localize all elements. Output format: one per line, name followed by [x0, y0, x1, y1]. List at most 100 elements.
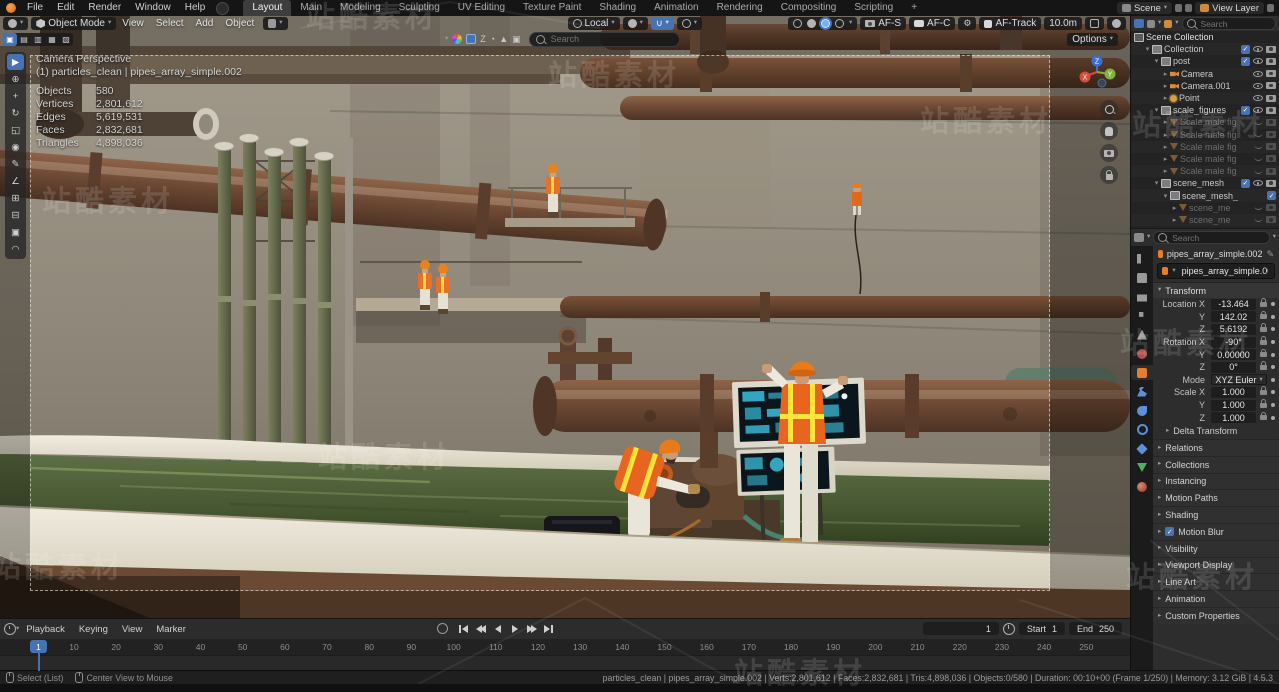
snap-toggle[interactable]: ∪ ▾ [650, 17, 674, 30]
lock-icon[interactable] [1260, 336, 1267, 345]
solid-shading-icon[interactable] [806, 19, 816, 28]
play-reverse-button[interactable] [490, 622, 505, 635]
workspace-tab-layout[interactable]: Layout [243, 0, 292, 16]
workspace-tab-modeling[interactable]: Modeling [331, 0, 390, 16]
object-name-input[interactable] [1179, 265, 1270, 277]
hidden-eye-icon[interactable] [1254, 144, 1263, 150]
outliner-item-camera[interactable]: ▸ Camera [1131, 67, 1279, 80]
properties-tab-render[interactable] [1131, 270, 1153, 285]
animate-dot[interactable] [1271, 415, 1275, 420]
material-shading-icon[interactable] [820, 19, 830, 28]
transform-field-y[interactable]: 142.02 [1211, 311, 1256, 323]
expand-icon[interactable]: ▸ [1161, 143, 1170, 151]
view-layer-selector[interactable]: View Layer [1195, 2, 1264, 14]
properties-tab-world[interactable] [1131, 346, 1153, 361]
tool-add-cube[interactable]: ⊞ [7, 190, 24, 206]
exclude-checkbox[interactable]: ✓ [1267, 191, 1276, 201]
warning-icon[interactable]: ▣ [512, 34, 521, 45]
object-name-field[interactable]: ▾ [1157, 263, 1275, 279]
exclude-checkbox[interactable]: ✓ [1241, 44, 1250, 54]
tool-measure[interactable]: ∠ [7, 173, 24, 189]
scene-selector[interactable]: Scene ▾ [1116, 2, 1173, 14]
panel-instancing[interactable]: ▸ Instancing [1153, 472, 1279, 490]
exclude-checkbox[interactable]: ✓ [1241, 178, 1250, 188]
select-subtract-icon[interactable]: ▥ [31, 33, 45, 46]
select-set-icon[interactable]: ▣ [3, 32, 17, 46]
panel-viewport-display[interactable]: ▸ Viewport Display [1153, 556, 1279, 574]
outliner-item-scene-mesh[interactable]: ▾ scene_mesh ✓ [1131, 177, 1279, 189]
workspace-tab-shading[interactable]: Shading [590, 0, 645, 16]
outliner-item-scale-male-fig[interactable]: ▸ Scale male fig [1131, 140, 1279, 153]
animate-dot[interactable] [1271, 314, 1275, 319]
render-disabled-icon[interactable] [1266, 167, 1276, 175]
disable-render-icon[interactable] [1266, 45, 1276, 53]
select-difference-icon[interactable]: ▦ [45, 33, 59, 46]
render-disabled-icon[interactable] [1266, 118, 1276, 126]
animate-dot[interactable] [1271, 377, 1275, 382]
new-scene-icon[interactable] [1185, 4, 1193, 12]
blender-logo-icon[interactable] [6, 3, 16, 13]
last-operator-button[interactable]: ▾ [263, 17, 288, 30]
transform-orientation[interactable]: Local ▾ [567, 17, 620, 30]
workspace-tab-animation[interactable]: Animation [645, 0, 707, 16]
properties-tab-object[interactable] [1131, 365, 1153, 380]
outliner-item-scale-male-fig[interactable]: ▸ Scale male fig [1131, 153, 1279, 165]
properties-tab-material[interactable] [1131, 479, 1153, 494]
lock-icon[interactable] [1260, 348, 1267, 358]
timeline-menu-keying[interactable]: Keying [72, 624, 115, 635]
hide-eye-icon[interactable] [1253, 180, 1263, 187]
collapse-icon[interactable]: ▾ [1152, 179, 1161, 187]
properties-tab-data[interactable] [1131, 460, 1153, 475]
viewport-gizmos-button[interactable] [1085, 17, 1104, 30]
tool-select-box[interactable]: ▶ [7, 54, 24, 70]
timeline-menu-playback[interactable]: Playback [19, 624, 72, 635]
play-button[interactable] [507, 622, 522, 635]
hidden-eye-icon[interactable] [1254, 120, 1263, 125]
auto-keying-icon[interactable] [437, 623, 448, 634]
disable-render-icon[interactable] [1266, 82, 1276, 90]
workspace-tab-compositing[interactable]: Compositing [772, 0, 846, 16]
3d-viewport[interactable]: ▾ Object Mode ▾ View Select Add Object ▾ Lo… [0, 16, 1130, 618]
transform-field-location-x[interactable]: -13.464 [1211, 298, 1256, 310]
collapse-icon[interactable]: ▾ [1161, 192, 1170, 200]
lock-icon[interactable] [1260, 399, 1267, 408]
exclude-checkbox[interactable]: ✓ [1241, 105, 1250, 115]
workspace-tab-rendering[interactable]: Rendering [708, 0, 772, 16]
chevron-down-icon[interactable]: ▾ [445, 35, 448, 43]
workspace-tab-scripting[interactable]: Scripting [845, 0, 902, 16]
overlays-button[interactable] [1107, 17, 1126, 30]
panel-collections[interactable]: ▸ Collections [1153, 455, 1279, 473]
select-mode-group[interactable]: ▣ ▤ ▥ ▦ ▧ [3, 32, 73, 46]
camera-view-button[interactable] [1100, 144, 1118, 162]
expand-icon[interactable]: ▸ [1161, 155, 1170, 163]
workspace-tab-texture-paint[interactable]: Texture Paint [514, 0, 590, 16]
outliner-search[interactable] [1181, 17, 1276, 30]
animate-dot[interactable] [1271, 390, 1275, 395]
menu-edit[interactable]: Edit [50, 0, 81, 16]
pin-icon[interactable]: ✎ [1266, 249, 1274, 260]
animate-dot[interactable] [1271, 302, 1275, 307]
menu-help[interactable]: Help [178, 0, 213, 16]
exclude-checkbox[interactable]: ✓ [1241, 56, 1250, 66]
expand-icon[interactable]: ▸ [1161, 167, 1170, 175]
outliner-item-collection[interactable]: ▾ Collection ✓ [1131, 43, 1279, 56]
outliner-item-scene-me[interactable]: ▸ scene_me [1131, 213, 1279, 226]
hidden-eye-icon[interactable] [1254, 217, 1263, 223]
outliner-item-post[interactable]: ▾ post ✓ [1131, 55, 1279, 67]
outliner-item-scale-male-fig[interactable]: ▸ Scale male fig [1131, 165, 1279, 178]
current-frame-indicator[interactable]: 1 [30, 640, 47, 653]
disable-render-icon[interactable] [1266, 179, 1276, 187]
expand-icon[interactable]: ▸ [1170, 204, 1179, 212]
unlink-icon[interactable] [1175, 4, 1183, 12]
transform-panel-header[interactable]: ▾ Transform [1153, 282, 1279, 298]
lock-icon[interactable] [1260, 411, 1267, 421]
workspace-tab-[interactable]: + [902, 0, 926, 16]
collapse-icon[interactable]: ▾ [1152, 57, 1161, 65]
expand-icon[interactable]: ▸ [1161, 118, 1170, 126]
animate-dot[interactable] [1271, 340, 1275, 345]
animate-dot[interactable] [1271, 365, 1275, 370]
hidden-eye-icon[interactable] [1254, 132, 1263, 138]
pipe-mid[interactable] [560, 296, 1130, 318]
workspace-tab-uv-editing[interactable]: UV Editing [449, 0, 514, 16]
outliner-filter-image-icon[interactable] [1164, 19, 1173, 28]
